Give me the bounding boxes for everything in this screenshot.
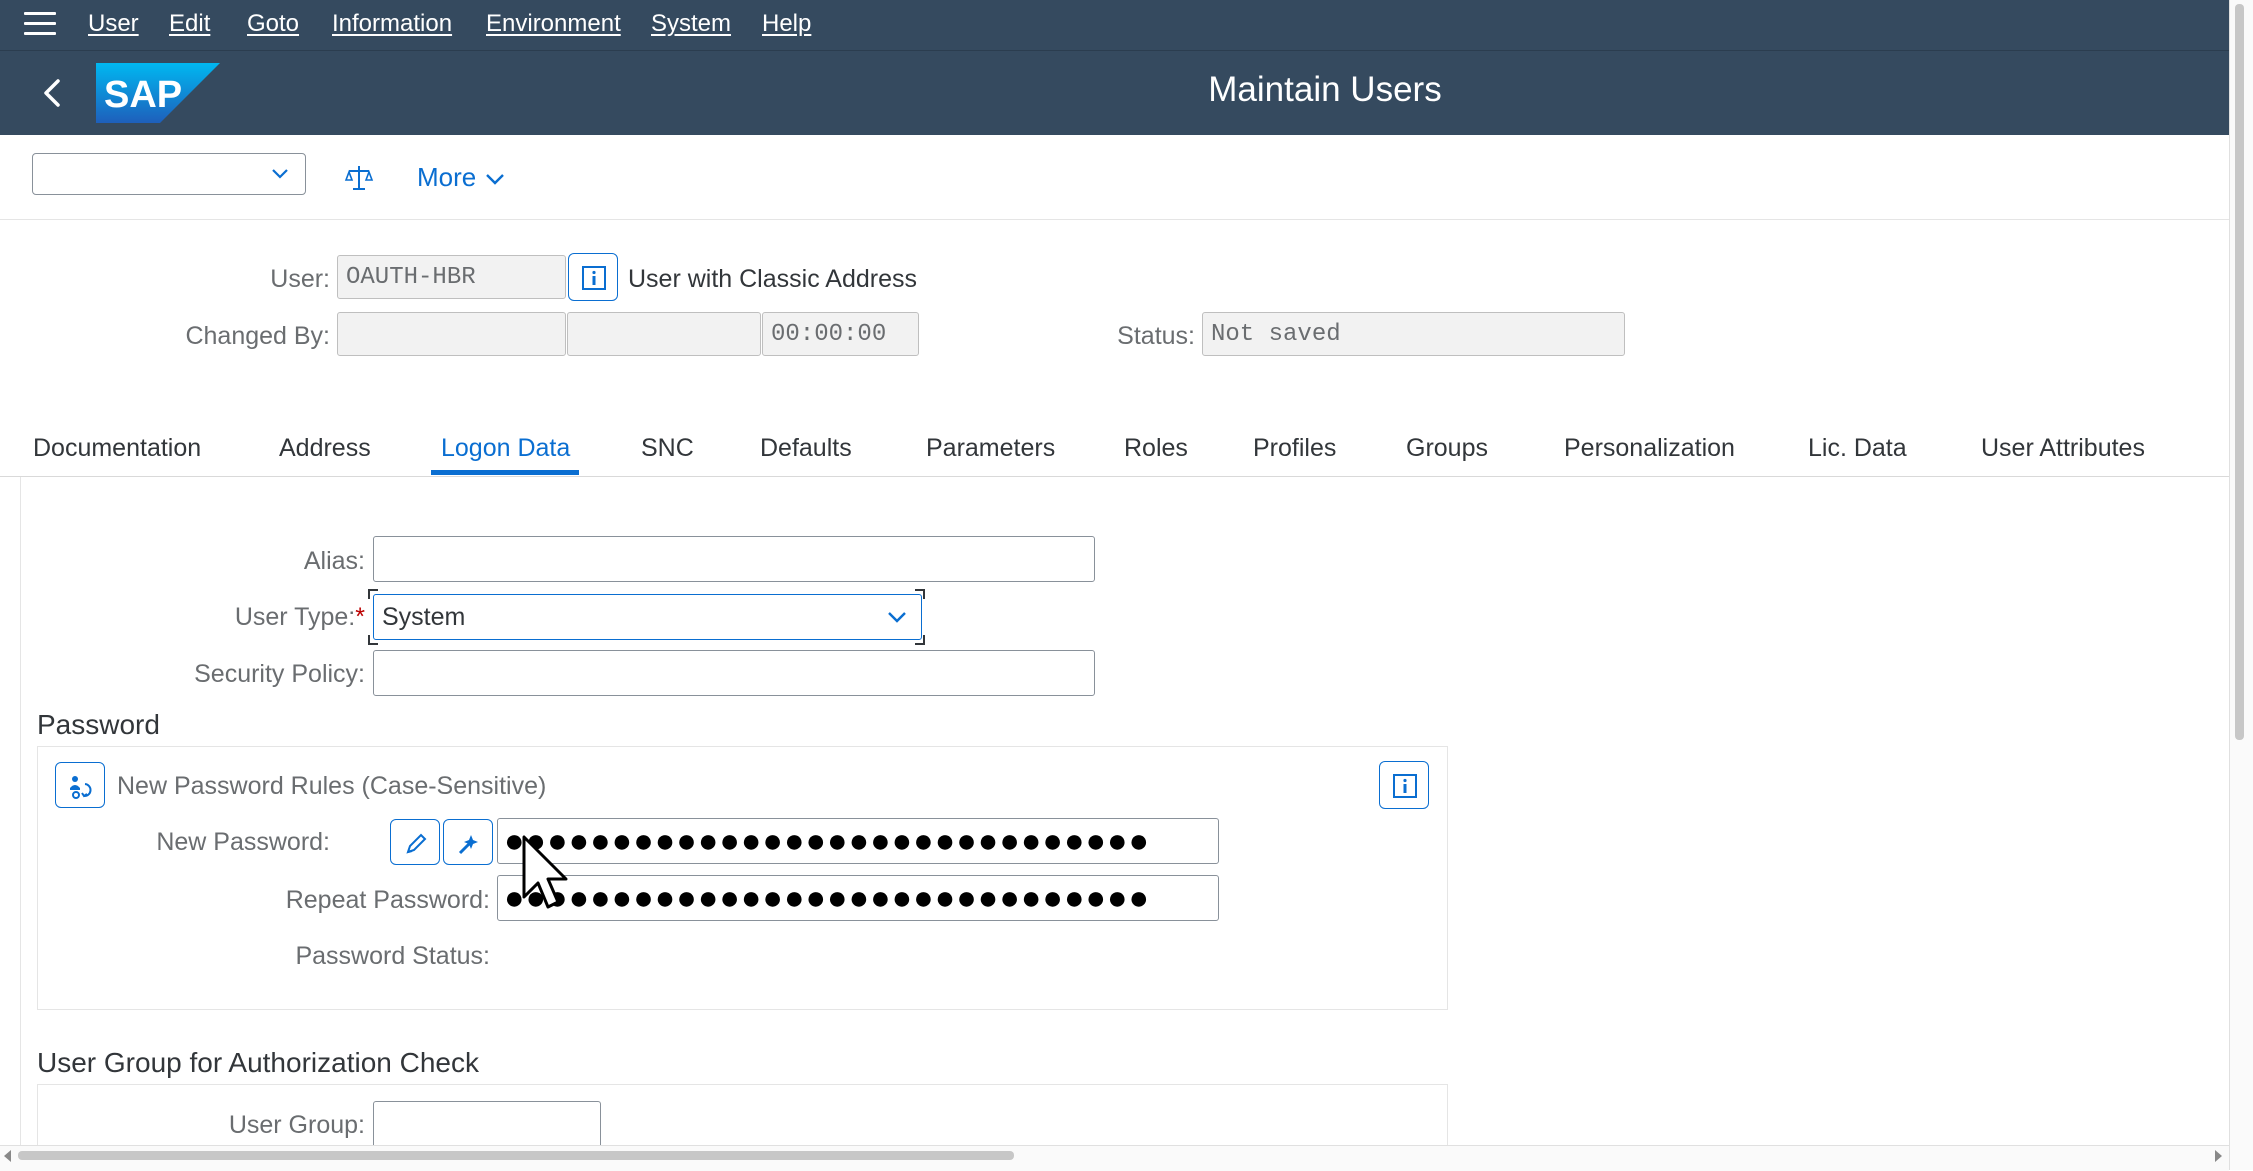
password-info-button[interactable]: [1379, 761, 1429, 809]
balance-scale-icon[interactable]: [344, 163, 374, 193]
wand-icon: [458, 835, 478, 855]
tab-snc[interactable]: SNC: [641, 434, 694, 463]
user-type-label: User Type:*: [180, 603, 365, 632]
menu-system[interactable]: System: [651, 10, 731, 38]
chevron-down-icon: [486, 174, 505, 185]
user-type-value: System: [382, 603, 466, 631]
tab-personalization[interactable]: Personalization: [1564, 434, 1735, 463]
repeat-password-input[interactable]: ●●●●●●●●●●●●●●●●●●●●●●●●●●●●●●: [497, 875, 1219, 921]
required-indicator: *: [355, 603, 365, 631]
scroll-right-arrow-icon[interactable]: [2215, 1150, 2222, 1162]
user-group-input[interactable]: [373, 1101, 601, 1145]
user-info-button[interactable]: [568, 253, 618, 301]
user-type-label-text: User Type:: [234, 603, 356, 631]
alias-input[interactable]: [373, 536, 1095, 582]
info-icon: [582, 266, 606, 290]
changed-time-field: 00:00:00: [762, 312, 919, 356]
more-button-label: More: [417, 162, 477, 192]
chevron-down-icon: [888, 612, 906, 623]
changed-by-field: [337, 312, 566, 356]
tab-documentation[interactable]: Documentation: [33, 434, 201, 463]
focus-corner: [915, 589, 925, 599]
password-section-title: Password: [37, 709, 160, 740]
edit-password-button[interactable]: [390, 819, 440, 865]
alias-label: Alias:: [303, 547, 365, 575]
focus-corner: [368, 589, 378, 599]
new-password-input[interactable]: ●●●●●●●●●●●●●●●●●●●●●●●●●●●●●●: [497, 818, 1219, 864]
active-tab-indicator: [431, 470, 579, 475]
menu-goto[interactable]: Goto: [247, 10, 299, 38]
tab-roles[interactable]: Roles: [1124, 434, 1188, 463]
tab-defaults[interactable]: Defaults: [760, 434, 852, 463]
security-policy-input[interactable]: [373, 650, 1095, 696]
tab-parameters[interactable]: Parameters: [926, 434, 1055, 463]
tab-lic-data[interactable]: Lic. Data: [1808, 434, 1907, 463]
tab-logon-data[interactable]: Logon Data: [441, 434, 570, 463]
command-select[interactable]: [32, 153, 306, 195]
scroll-left-arrow-icon[interactable]: [4, 1150, 11, 1162]
changed-date-field: [567, 312, 761, 356]
more-button[interactable]: More: [417, 162, 506, 193]
password-rules-label: New Password Rules (Case-Sensitive): [117, 772, 547, 800]
user-group-section-title: User Group for Authorization Check: [37, 1047, 479, 1078]
tab-profiles[interactable]: Profiles: [1253, 434, 1336, 463]
toolbar: [0, 135, 2229, 220]
status-label: Status:: [1117, 322, 1195, 350]
generate-password-button[interactable]: [443, 819, 493, 865]
focus-corner: [368, 635, 378, 645]
horizontal-scrollbar-thumb[interactable]: [18, 1151, 1014, 1160]
page-title: Maintain Users: [1208, 70, 1442, 109]
chevron-down-icon: [272, 169, 288, 179]
focus-corner: [915, 635, 925, 645]
tab-address[interactable]: Address: [279, 434, 371, 463]
info-icon: [1393, 774, 1417, 798]
vertical-scrollbar-thumb[interactable]: [2235, 4, 2244, 740]
user-type-select[interactable]: System: [373, 594, 922, 640]
user-group-label: User Group:: [228, 1111, 365, 1139]
mouse-cursor-icon: [522, 835, 568, 909]
menu-environment[interactable]: Environment: [486, 10, 621, 38]
menu-edit[interactable]: Edit: [169, 10, 210, 38]
tab-groups[interactable]: Groups: [1406, 434, 1488, 463]
repeat-password-label: Repeat Password:: [285, 886, 490, 914]
changed-by-label: Changed By:: [185, 322, 330, 350]
menu-user[interactable]: User: [88, 10, 139, 38]
password-rules-icon: [70, 776, 92, 799]
hamburger-menu-icon[interactable]: [24, 12, 56, 36]
tab-user-attributes[interactable]: User Attributes: [1981, 434, 2145, 463]
password-rules-button[interactable]: [55, 762, 105, 808]
user-label: User:: [270, 265, 330, 293]
user-description: User with Classic Address: [628, 265, 917, 293]
security-policy-label: Security Policy:: [194, 660, 365, 688]
password-status-label: Password Status:: [295, 942, 490, 970]
pencil-icon: [406, 833, 427, 854]
status-field: Not saved: [1202, 312, 1625, 356]
menu-information[interactable]: Information: [332, 10, 452, 38]
new-password-label: New Password:: [156, 828, 330, 856]
user-field: OAUTH-HBR: [337, 255, 566, 299]
menu-help[interactable]: Help: [762, 10, 811, 38]
